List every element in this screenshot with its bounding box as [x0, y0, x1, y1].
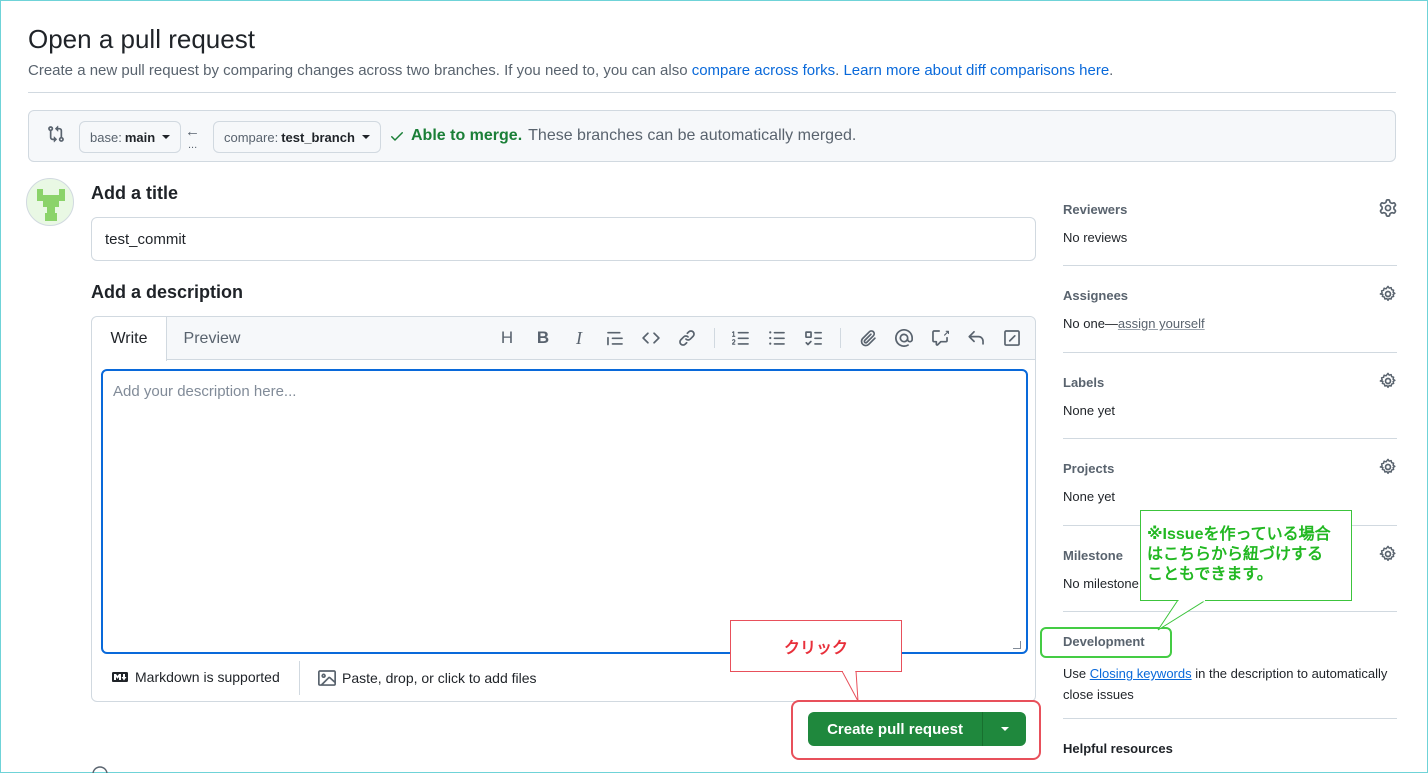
development-prefix: Use — [1063, 666, 1090, 681]
reviewers-section: Reviewers No reviews — [1063, 199, 1397, 245]
git-compare-icon — [47, 125, 67, 145]
attach-files-text: Paste, drop, or click to add files — [342, 670, 537, 686]
closing-keywords-link[interactable]: Closing keywords — [1090, 666, 1192, 681]
issue-callout: ※Issueを作っている場合 はこちらから紐づけする こともできます。 — [1140, 510, 1352, 601]
mention-icon[interactable] — [892, 327, 916, 349]
helpful-resources-section: Helpful resources — [1063, 741, 1397, 756]
helpful-resources-title: Helpful resources — [1063, 741, 1173, 756]
reviewers-value: No reviews — [1063, 230, 1128, 245]
issue-callout-tail — [1157, 600, 1207, 631]
markdown-note-text: Markdown is supported — [135, 669, 280, 685]
projects-value: None yet — [1063, 489, 1116, 504]
gear-icon[interactable] — [1379, 199, 1397, 217]
development-text: Use Closing keywords in the description … — [1063, 663, 1397, 705]
assign-yourself-link[interactable]: assign yourself — [1118, 316, 1205, 331]
italic-icon[interactable]: I — [567, 327, 591, 349]
avatar[interactable] — [26, 178, 74, 226]
sidebar-divider — [1063, 718, 1397, 719]
issue-callout-line3: こともできます。 — [1147, 566, 1273, 583]
sidebar-divider — [1063, 265, 1397, 266]
heading-icon[interactable]: H — [495, 327, 519, 349]
merge-status: Able to merge. These branches can be aut… — [389, 127, 856, 145]
issue-callout-line2: はこちらから紐づけする — [1147, 546, 1324, 563]
compare-branch-name: test_branch — [281, 129, 355, 145]
reviewers-title[interactable]: Reviewers — [1063, 202, 1397, 217]
title-input[interactable] — [91, 217, 1036, 261]
link-icon[interactable] — [675, 327, 699, 349]
numbered-list-icon[interactable] — [729, 327, 753, 349]
sidebar-divider — [1063, 611, 1397, 612]
footer-divider — [299, 661, 300, 695]
sidebar-divider — [1063, 438, 1397, 439]
reply-icon[interactable] — [964, 327, 988, 349]
assignees-value: No one—assign yourself — [1063, 316, 1397, 331]
labels-title[interactable]: Labels — [1063, 375, 1397, 390]
markdown-note[interactable]: Markdown is supported — [111, 669, 280, 685]
subtitle-text: Create a new pull request by comparing c… — [28, 62, 692, 79]
page-title: Open a pull request — [28, 24, 255, 54]
issue-callout-line1: ※Issueを作っている場合 — [1147, 526, 1331, 543]
click-callout: クリック — [730, 620, 902, 672]
base-prefix: base: — [90, 129, 122, 145]
attach-files[interactable]: Paste, drop, or click to add files — [318, 669, 537, 687]
toolbar-divider — [840, 328, 841, 348]
assignees-none: No one— — [1063, 316, 1118, 331]
compare-across-forks-link[interactable]: compare across forks — [692, 62, 835, 79]
unordered-list-icon[interactable] — [765, 327, 789, 349]
gear-icon[interactable] — [1379, 458, 1397, 476]
code-icon[interactable] — [639, 327, 663, 349]
ellipsis-icon: ... — [188, 139, 198, 151]
gear-icon[interactable] — [1379, 285, 1397, 303]
task-list-icon[interactable] — [801, 327, 825, 349]
subtitle-end: . — [1109, 62, 1114, 79]
chevron-down-icon — [162, 135, 171, 139]
tab-preview[interactable]: Preview — [172, 317, 252, 361]
divider — [28, 92, 1396, 93]
gear-icon[interactable] — [1379, 545, 1397, 563]
projects-section: Projects None yet — [1063, 458, 1397, 504]
merge-message: These branches can be automatically merg… — [528, 127, 857, 144]
cross-reference-icon[interactable] — [928, 327, 952, 349]
description-label: Add a description — [91, 282, 244, 302]
learn-more-link[interactable]: Learn more about diff comparisons here — [843, 62, 1109, 79]
attach-icon[interactable] — [856, 327, 880, 349]
fullscreen-icon[interactable] — [1000, 327, 1024, 349]
description-textarea[interactable]: Add your description here... — [101, 369, 1028, 654]
merge-ok-text: Able to merge. — [411, 127, 523, 144]
highlight-create-button — [791, 700, 1041, 760]
quote-icon[interactable] — [603, 327, 627, 349]
projects-title[interactable]: Projects — [1063, 461, 1397, 476]
branch-compare-bar: base: main ← ... compare: test_branch Ab… — [28, 110, 1396, 162]
editor-toolbar: Write Preview H B I — [92, 317, 1035, 361]
click-callout-tail — [841, 671, 859, 702]
compare-prefix: compare: — [224, 129, 279, 145]
resize-handle[interactable] — [1013, 641, 1021, 649]
base-branch-name: main — [124, 129, 156, 145]
base-branch-select[interactable]: base: main — [79, 121, 182, 153]
assignees-title[interactable]: Assignees — [1063, 288, 1397, 303]
compare-branch-select[interactable]: compare: test_branch — [213, 121, 381, 153]
tab-write[interactable]: Write — [92, 317, 167, 361]
labels-value: None yet — [1063, 403, 1116, 418]
sidebar-divider — [1063, 352, 1397, 353]
bold-icon[interactable]: B — [531, 327, 555, 349]
gear-icon[interactable] — [1379, 372, 1397, 390]
arrow-left-icon: ← — [185, 123, 200, 140]
assignees-section: Assignees No one—assign yourself — [1063, 285, 1397, 331]
chevron-down-icon — [361, 135, 370, 139]
check-icon — [391, 132, 403, 141]
page-subtitle: Create a new pull request by comparing c… — [28, 62, 1113, 79]
labels-section: Labels None yet — [1063, 372, 1397, 418]
info-icon — [92, 766, 108, 773]
image-icon — [318, 670, 336, 686]
markdown-icon — [112, 672, 128, 682]
toolbar-divider — [714, 328, 715, 348]
title-label: Add a title — [91, 183, 179, 203]
